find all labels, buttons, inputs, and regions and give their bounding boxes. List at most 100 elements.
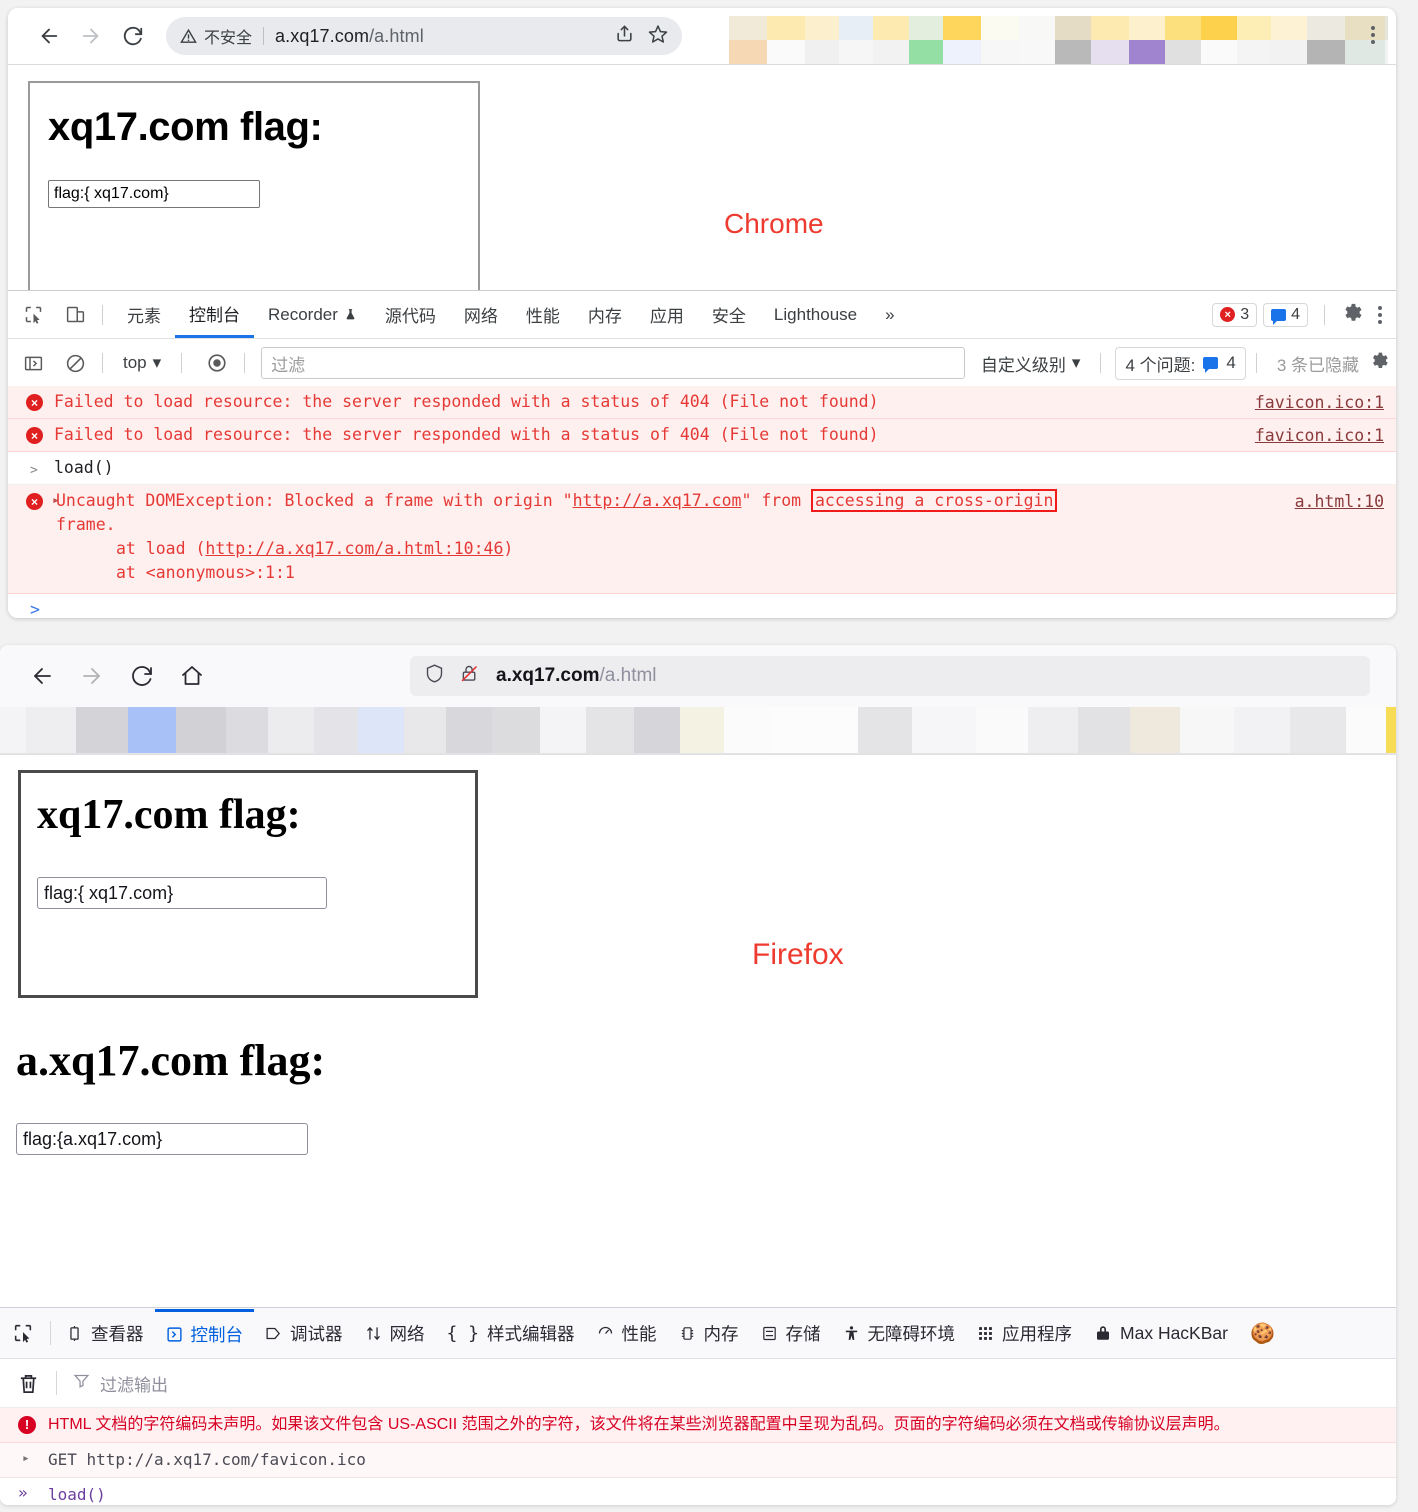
firefox-bookmarks-bar-blurred <box>0 707 1396 754</box>
firefox-tab-style-editor-label: 样式编辑器 <box>487 1323 575 1344</box>
storage-icon <box>761 1325 778 1342</box>
chrome-menu-button[interactable] <box>1362 26 1384 44</box>
console-input-prompt[interactable]: > <box>8 594 1396 618</box>
console-command-text: load() <box>54 458 114 477</box>
console-message-error[interactable]: × Failed to load resource: the server re… <box>8 386 1396 419</box>
pick-element-icon[interactable] <box>0 1322 46 1344</box>
console-level-selector[interactable]: 自定义级别 ▾ <box>971 351 1091 376</box>
firefox-url-bar[interactable]: a.xq17.com/a.html <box>410 656 1370 696</box>
error-circle-icon: × <box>26 427 43 444</box>
chrome-omnibox[interactable]: 不安全 a.xq17.com/a.html <box>166 17 682 55</box>
firefox-tab-console[interactable]: 控制台 <box>154 1308 254 1358</box>
memory-chip-icon <box>679 1325 696 1342</box>
devtools-tab-application[interactable]: 应用 <box>636 292 698 338</box>
devtools-tab-security[interactable]: 安全 <box>698 292 760 338</box>
inspect-element-icon[interactable] <box>16 300 50 330</box>
right-divider <box>1324 304 1325 325</box>
devtools-tab-lighthouse[interactable]: Lighthouse <box>760 292 871 338</box>
firefox-tab-extension-icon[interactable]: 🍪 <box>1239 1309 1286 1358</box>
devtools-tab-recorder[interactable]: Recorder <box>254 292 371 338</box>
console-context-selector[interactable]: top ▾ <box>113 353 171 373</box>
filterbar-divider-5 <box>1255 353 1257 373</box>
chrome-nav-buttons <box>8 17 152 55</box>
warning-triangle-icon <box>180 28 197 43</box>
expand-triangle-icon[interactable]: ▸ <box>52 489 60 513</box>
reload-button[interactable] <box>122 656 162 696</box>
gear-icon[interactable] <box>1341 301 1364 329</box>
firefox-console-network-entry[interactable]: ▸ GET http://a.xq17.com/favicon.ico <box>0 1443 1396 1478</box>
expand-triangle-icon[interactable]: ▸ <box>22 1448 30 1470</box>
devtools-tab-memory[interactable]: 内存 <box>574 292 636 338</box>
devtools-tab-recorder-label: Recorder <box>268 304 338 324</box>
live-expression-eye-icon[interactable] <box>200 348 234 378</box>
device-toolbar-icon[interactable] <box>58 300 92 330</box>
chevron-down-icon: ▾ <box>1071 353 1081 372</box>
error-exclamation-icon: ! <box>18 1416 36 1434</box>
devtools-more-menu-icon[interactable] <box>1370 305 1390 324</box>
console-filter-bar: top ▾ 过滤 自定义级别 ▾ 4 个问题: 4 3 条已隐藏 <box>8 339 1396 388</box>
firefox-outer-flag-input[interactable] <box>16 1123 308 1155</box>
firefox-console-filter-input[interactable]: 过滤输出 <box>57 1371 168 1396</box>
exception-origin-link[interactable]: http://a.xq17.com <box>573 491 742 510</box>
back-button[interactable] <box>22 656 62 696</box>
console-command-echo[interactable]: > load() <box>8 452 1396 485</box>
devtools-tab-console[interactable]: 控制台 <box>175 292 254 338</box>
chrome-iframe-flag-input[interactable] <box>48 180 260 208</box>
issues-button[interactable]: 4 个问题: 4 <box>1115 346 1246 380</box>
console-message-source-link[interactable]: favicon.ico:1 <box>1255 424 1384 448</box>
security-warning[interactable]: 不安全 <box>180 24 252 48</box>
insecure-lock-icon[interactable] <box>459 663 480 689</box>
console-filter-input[interactable]: 过滤 <box>261 347 965 379</box>
stack-source-link[interactable]: http://a.xq17.com/a.html:10:46 <box>205 539 503 558</box>
firefox-console-output: ! HTML 文档的字符编码未声明。如果该文件包含 US-ASCII 范围之外的… <box>0 1408 1396 1505</box>
firefox-tab-debugger[interactable]: 调试器 <box>254 1309 354 1358</box>
console-message-source-link[interactable]: favicon.ico:1 <box>1255 391 1384 415</box>
console-message-text: Failed to load resource: the server resp… <box>54 392 879 411</box>
console-message-source-link[interactable]: a.html:10 <box>1295 490 1384 514</box>
devtools-tab-elements[interactable]: 元素 <box>113 292 175 338</box>
firefox-tab-memory[interactable]: 内存 <box>668 1309 750 1358</box>
firefox-tab-hackbar[interactable]: Max HacKBar <box>1083 1309 1239 1358</box>
reload-button[interactable] <box>114 17 152 55</box>
console-settings-gear-icon[interactable] <box>1369 350 1396 376</box>
bookmark-star-icon[interactable] <box>648 24 668 49</box>
console-sidebar-toggle-icon[interactable] <box>16 348 50 378</box>
firefox-tab-storage[interactable]: 存储 <box>750 1309 832 1358</box>
chrome-devtools-panel: 元素 控制台 Recorder 源代码 网络 性能 内存 应用 安全 Light… <box>8 290 1396 618</box>
omnibox-actions <box>615 24 668 49</box>
console-message-error[interactable]: × Failed to load resource: the server re… <box>8 419 1396 452</box>
firefox-iframe-flag-input[interactable] <box>37 877 327 909</box>
error-circle-icon: × <box>26 493 43 510</box>
devtools-tab-network[interactable]: 网络 <box>450 292 512 338</box>
firefox-tab-performance[interactable]: 性能 <box>586 1309 668 1358</box>
firefox-tab-inspector[interactable]: 查看器 <box>55 1309 155 1358</box>
firefox-console-command-echo[interactable]: » load() <box>0 1478 1396 1505</box>
firefox-url-host: a.xq17.com <box>496 665 600 686</box>
error-count-badge[interactable]: × 3 <box>1212 302 1258 327</box>
share-icon[interactable] <box>615 24 634 48</box>
firefox-console-warning[interactable]: ! HTML 文档的字符编码未声明。如果该文件包含 US-ASCII 范围之外的… <box>0 1408 1396 1443</box>
home-button[interactable] <box>172 656 212 696</box>
forward-button[interactable] <box>72 656 112 696</box>
clear-console-icon[interactable] <box>58 348 92 378</box>
inspector-icon <box>66 1325 83 1342</box>
devtools-tab-performance[interactable]: 性能 <box>512 292 574 338</box>
devtools-tab-sources[interactable]: 源代码 <box>371 292 450 338</box>
forward-button[interactable] <box>72 17 110 55</box>
speech-bubble-icon <box>1203 357 1219 373</box>
firefox-tab-application[interactable]: 应用程序 <box>966 1309 1083 1358</box>
message-count-badge[interactable]: 4 <box>1263 302 1308 327</box>
firefox-tab-style-editor[interactable]: { } 样式编辑器 <box>436 1309 586 1358</box>
firefox-tab-accessibility[interactable]: 无障碍环境 <box>832 1309 967 1358</box>
firefox-tab-network[interactable]: 网络 <box>354 1309 436 1358</box>
filterbar-divider-2 <box>181 353 183 373</box>
debugger-icon <box>265 1325 282 1342</box>
back-button[interactable] <box>30 17 68 55</box>
firefox-browser-window: a.xq17.com/a.html xq17.com flag: flag:{… <box>0 645 1396 1505</box>
chrome-toolbar: 不安全 a.xq17.com/a.html <box>8 8 1396 64</box>
console-message-exception[interactable]: × ▸ Uncaught DOMException: Blocked a fra… <box>8 485 1396 594</box>
clear-console-trash-icon[interactable] <box>0 1372 56 1395</box>
devtools-tab-overflow[interactable]: » <box>871 292 908 338</box>
stack-prefix: at load ( <box>116 539 206 558</box>
shield-icon[interactable] <box>424 663 445 689</box>
